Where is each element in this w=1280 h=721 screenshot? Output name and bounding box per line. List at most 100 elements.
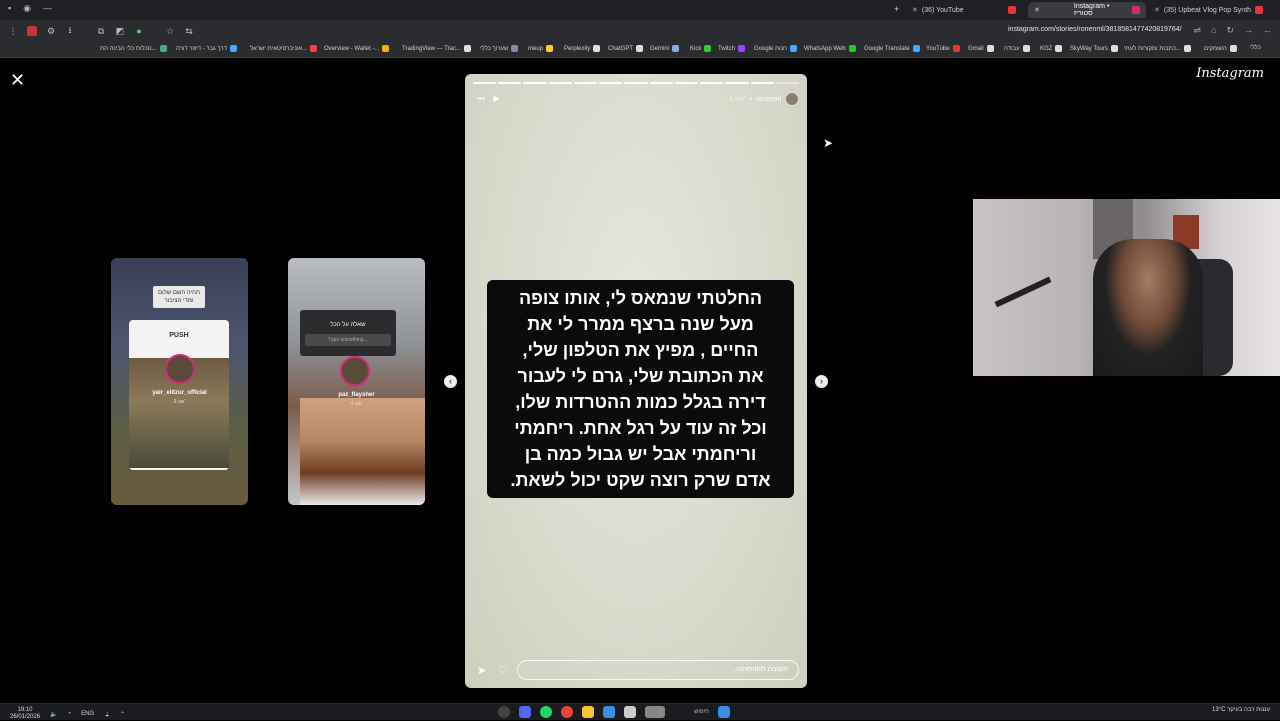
previous-story-button[interactable]: ‹	[444, 375, 457, 388]
bookmark-item[interactable]: WhatsApp Web	[804, 45, 856, 52]
bookmark-item[interactable]: TradingView — Trac...	[402, 45, 472, 52]
bookmark-item[interactable]: כתבות ומקורות לעתי...	[1124, 45, 1191, 52]
tune-icon[interactable]: ⇌	[1193, 25, 1201, 36]
store-icon[interactable]	[603, 706, 615, 718]
whatsapp-icon[interactable]	[540, 706, 552, 718]
next-story-button[interactable]: ›	[815, 375, 828, 388]
bookmark-item[interactable]: SkyWay Tours	[1070, 45, 1119, 52]
toolbar-icons: ⋮ ⚙ ⭳ ⧉ ◩ ● ☆ ⇆	[8, 25, 194, 36]
start-icon[interactable]	[718, 706, 730, 718]
bookmark-item[interactable]: KGZ	[1040, 45, 1063, 52]
send-icon[interactable]: ➤	[477, 664, 486, 677]
bookmark-item[interactable]: Kick	[690, 45, 712, 52]
preview-photo	[300, 398, 425, 505]
close-tab-icon[interactable]: ✕	[912, 6, 918, 14]
bookmark-item[interactable]: כללי	[1250, 45, 1261, 51]
progress-segment	[674, 82, 699, 84]
progress-segment	[649, 82, 673, 84]
bookmark-item[interactable]: דרך גבר - דיפר דורה	[176, 45, 237, 52]
tab-upbeat[interactable]: ✕ (35) Upbeat Vlog Pop Synth	[1148, 2, 1269, 18]
bookmark-item[interactable]: שערוך כללי	[480, 45, 519, 52]
window-controls: ▪ ◉ —	[8, 3, 52, 14]
bookmark-item[interactable]: meup	[528, 45, 554, 52]
story-time: 4 שע'	[728, 95, 746, 103]
forward-icon[interactable]: →	[1244, 25, 1253, 36]
bookmark-star-icon[interactable]: ☆	[165, 26, 175, 36]
extension-icon[interactable]: ⧉	[96, 26, 106, 36]
youtube-favicon-icon	[1007, 6, 1016, 14]
bookmark-item[interactable]: YouTube	[926, 45, 960, 52]
bookmark-item[interactable]: Google חנות	[754, 45, 798, 52]
bookmark-item[interactable]: Overview - Wallet -...	[324, 45, 390, 52]
story-preview-paz[interactable]: שאלה על הכל Type something... paz_flaysh…	[288, 258, 425, 505]
question-input: Type something...	[305, 334, 391, 346]
window-icon[interactable]	[624, 706, 636, 718]
close-icon[interactable]: ✕	[10, 70, 25, 91]
chrome-icon[interactable]	[561, 706, 573, 718]
bookmark-item[interactable]: אוניברסיטאית ישראל...	[250, 45, 318, 52]
bookmark-item[interactable]: Twitch	[718, 45, 746, 52]
tab-label: (36) YouTube	[921, 6, 964, 14]
search-box[interactable]: חיפוש	[694, 709, 709, 715]
url-field[interactable]: instagram.com/stories/ronenml/3818581477…	[1008, 26, 1182, 33]
extension-icon[interactable]: ◩	[115, 26, 125, 36]
streamer	[1093, 239, 1203, 376]
widgets-icon[interactable]	[645, 706, 665, 718]
obs-icon[interactable]	[498, 706, 510, 718]
download-icon[interactable]: ⭳	[65, 25, 75, 36]
menu-icon[interactable]: ⋮	[8, 26, 18, 36]
bookmark-item[interactable]: Gemini	[650, 45, 680, 52]
close-tab-icon[interactable]: ✕	[1034, 6, 1040, 14]
extension-icon[interactable]: ⚙	[46, 26, 56, 36]
progress-segment	[725, 82, 749, 84]
tab-instagram[interactable]: ✕ Instagram • סטוריז	[1028, 2, 1146, 18]
reply-input[interactable]: תשובה לronenml...	[517, 660, 799, 680]
clock[interactable]: 19:10 26/01/2026	[10, 707, 40, 721]
site-settings-icon[interactable]: ⇆	[184, 26, 194, 36]
bookmark-item[interactable]: נוכלות כלי הבינה הת...	[100, 45, 167, 52]
avatar[interactable]	[785, 92, 799, 106]
progress-segment	[498, 82, 522, 84]
home-icon[interactable]: ⌂	[1211, 25, 1216, 36]
extension-icon[interactable]: ●	[134, 26, 144, 36]
progress-segment	[548, 82, 572, 84]
story-author[interactable]: 4 שע' • ronenml	[729, 92, 799, 106]
extension-icon[interactable]	[27, 26, 37, 36]
file-explorer-icon[interactable]	[582, 706, 594, 718]
bookmark-item[interactable]: Google Translate	[864, 45, 920, 52]
preview-badge: PUSH	[169, 332, 189, 339]
webcam-overlay	[973, 199, 1280, 376]
discord-icon[interactable]	[519, 706, 531, 718]
bookmarks-bar: נוכלות כלי הבינה הת... דרך גבר - דיפר דו…	[0, 42, 1280, 58]
more-options-icon[interactable]: •••	[477, 94, 485, 103]
system-tray: 19:10 26/01/2026 🔈 ◔ ENG ⏚ ⌃	[10, 707, 125, 721]
weather-widget[interactable]: 13°C עננות רבה בעיקר	[1212, 707, 1270, 713]
bookmark-item[interactable]: ChatGPT	[608, 45, 644, 52]
volume-icon[interactable]: 🔈	[50, 711, 57, 718]
language-indicator[interactable]: ENG	[81, 711, 94, 717]
back-icon[interactable]: ←	[1263, 25, 1272, 36]
new-tab-button[interactable]: +	[894, 4, 899, 14]
taskbar-apps: חיפוש	[498, 706, 730, 718]
bookmark-item[interactable]: Gmail	[968, 45, 994, 52]
tab-youtube[interactable]: ✕ (36) YouTube	[906, 2, 1022, 18]
bookmark-item[interactable]: השומקים	[1204, 45, 1237, 52]
story-preview-yair[interactable]: תהיה השם שלום ומדי הציבור PUSH yair_elit…	[111, 258, 248, 505]
tab-search-icon[interactable]: ◉	[23, 3, 31, 14]
instagram-logo[interactable]: Instagram	[1196, 66, 1264, 81]
close-tab-icon[interactable]: ✕	[1154, 6, 1160, 14]
browser-menu-icon[interactable]: ▪	[8, 3, 11, 14]
verified-dot-icon: •	[749, 95, 752, 103]
reload-icon[interactable]: ↻	[1226, 25, 1234, 36]
mic-icon[interactable]: ⏚	[104, 710, 110, 719]
heart-icon[interactable]: ♡	[497, 663, 508, 677]
story-username[interactable]: ronenml	[756, 96, 781, 103]
minimize-icon[interactable]: —	[43, 3, 52, 14]
wifi-icon[interactable]: ◔	[68, 711, 72, 717]
show-hidden-icons-icon[interactable]: ⌃	[120, 711, 125, 718]
play-icon[interactable]: ▶	[493, 94, 499, 103]
bookmark-item[interactable]: עבודה	[1004, 45, 1030, 52]
bookmark-item[interactable]: Perplexity	[564, 45, 601, 52]
active-story[interactable]: ••• ▶ 4 שע' • ronenml החלטתי שנמאס לי, א…	[465, 74, 807, 688]
mouse-cursor-icon: ➤	[823, 136, 834, 150]
